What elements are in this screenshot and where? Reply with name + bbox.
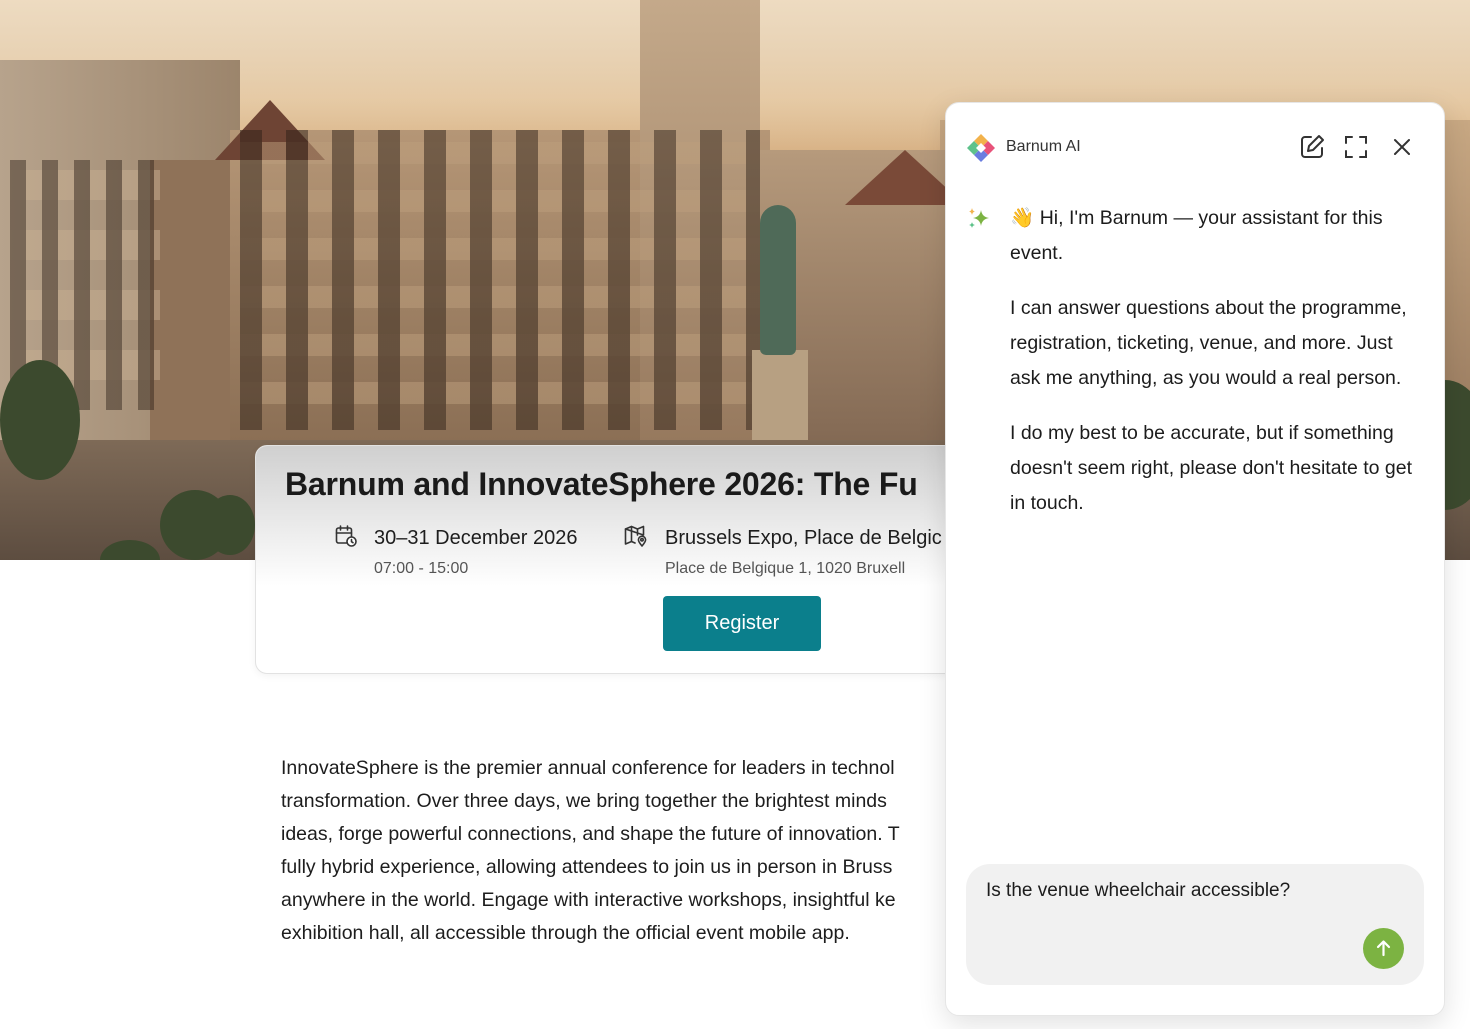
event-address: Place de Belgique 1, 1020 Bruxell	[665, 560, 906, 577]
sparkle-icon	[969, 208, 989, 228]
event-description: InnovateSphere is the premier annual con…	[281, 752, 981, 950]
calendar-clock-icon	[335, 525, 357, 547]
register-button[interactable]: Register	[663, 596, 821, 651]
chat-input[interactable]	[986, 880, 1366, 902]
assistant-message: I can answer questions about the program…	[1010, 297, 1407, 389]
close-chat-button[interactable]	[1386, 131, 1418, 163]
event-time: 07:00 - 15:00	[374, 560, 469, 577]
description-line: exhibition hall, all accessible through …	[281, 922, 850, 944]
assistant-message: 👋 Hi, I'm Barnum — your assistant for th…	[1010, 207, 1383, 264]
event-card: Barnum and InnovateSphere 2026: The Fu 3…	[255, 445, 997, 674]
assistant-message: I do my best to be accurate, but if some…	[1010, 422, 1413, 514]
chat-input-box	[966, 864, 1424, 985]
close-icon	[1394, 139, 1410, 155]
barnum-logo-icon	[967, 134, 995, 162]
expand-icon	[1345, 136, 1367, 158]
arrow-up-icon	[1376, 940, 1391, 957]
description-line: InnovateSphere is the premier annual con…	[281, 757, 895, 779]
new-chat-button[interactable]	[1296, 131, 1328, 163]
edit-icon	[1301, 135, 1324, 158]
chat-panel: Barnum AI 👋 Hi, I'm Barnum — your assist…	[945, 102, 1445, 1016]
description-line: fully hybrid experience, allowing attend…	[281, 856, 893, 878]
event-date: 30–31 December 2026	[374, 527, 578, 549]
send-button[interactable]	[1363, 928, 1404, 969]
event-venue: Brussels Expo, Place de Belgic	[665, 527, 942, 549]
expand-button[interactable]	[1340, 131, 1372, 163]
event-title: Barnum and InnovateSphere 2026: The Fu	[285, 466, 918, 502]
description-line: transformation. Over three days, we brin…	[281, 790, 887, 812]
chat-brand-name: Barnum AI	[1006, 138, 1081, 155]
map-pin-icon	[624, 525, 647, 547]
description-line: anywhere in the world. Engage with inter…	[281, 889, 896, 911]
description-line: ideas, forge powerful connections, and s…	[281, 823, 900, 845]
